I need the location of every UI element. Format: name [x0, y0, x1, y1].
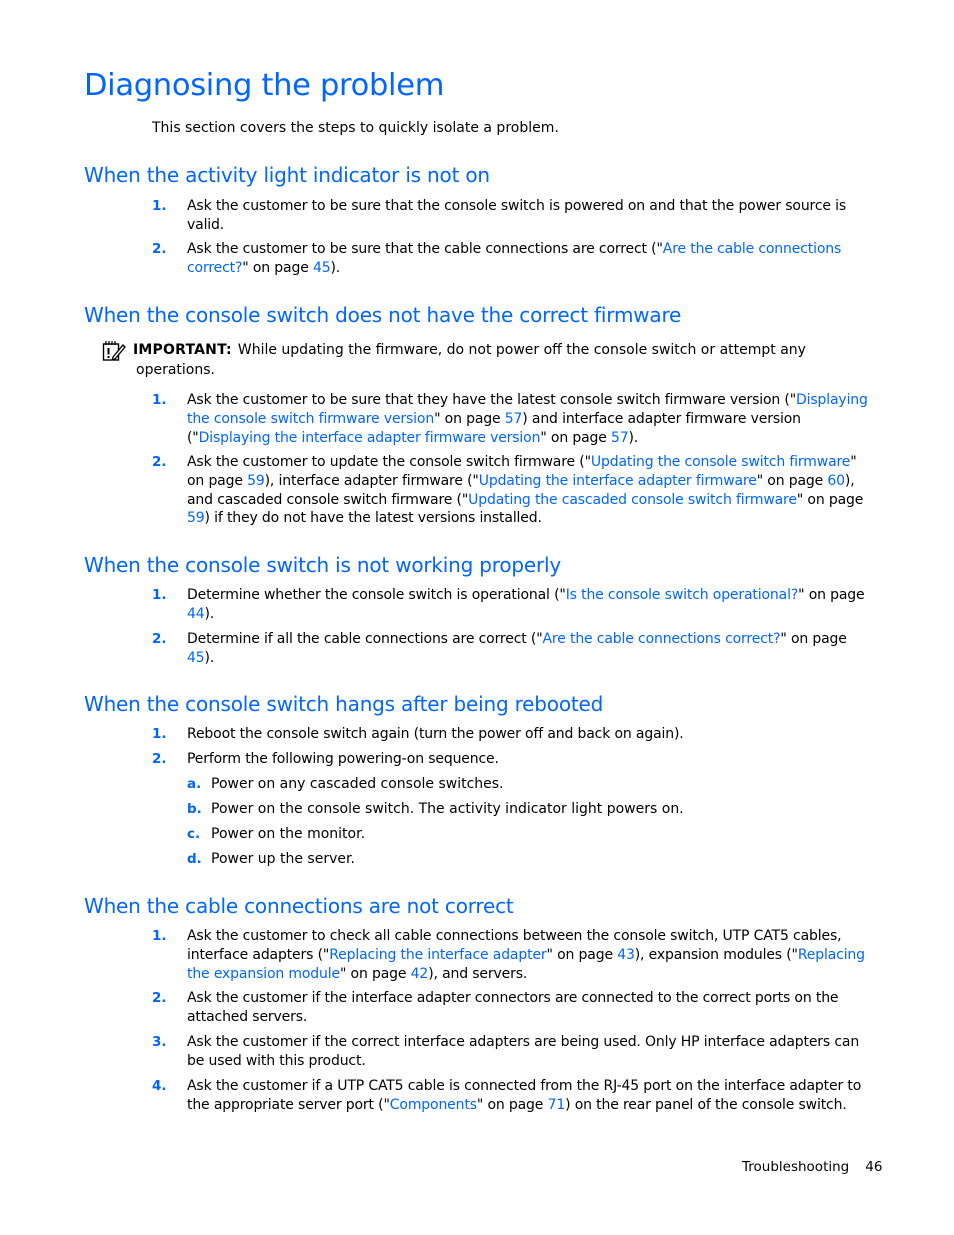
list-item: 1. Reboot the console switch again (turn … — [152, 725, 872, 744]
list-item-text: Determine whether the console switch is … — [187, 587, 865, 622]
list-item-text: Perform the following powering-on sequen… — [187, 751, 499, 767]
list-item-number: 1. — [152, 198, 167, 214]
cross-reference-link[interactable]: Components — [390, 1097, 477, 1113]
important-note-icon — [102, 341, 126, 361]
cross-reference-link[interactable]: 60 — [827, 473, 845, 489]
important-note: IMPORTANT: While updating the firmware, d… — [100, 340, 860, 380]
sub-list-item: c. Power on the monitor. — [187, 825, 877, 844]
list-item: 1. Ask the customer to be sure that the c… — [152, 197, 872, 235]
sub-list-item: a. Power on any cascaded console switche… — [187, 775, 877, 794]
sub-list-item: d. Power up the server. — [187, 850, 877, 869]
sub-item-text: Power up the server. — [211, 851, 355, 867]
page-number: 46 — [865, 1159, 883, 1175]
list-item-text: Ask the customer if the interface adapte… — [187, 990, 839, 1025]
cross-reference-link[interactable]: Displaying the interface adapter firmwar… — [199, 430, 541, 446]
list-item-text: Ask the customer to check all cable conn… — [187, 928, 865, 982]
cross-reference-link[interactable]: 59 — [187, 510, 205, 526]
page-title: Diagnosing the problem — [84, 68, 445, 103]
list-item-number: 2. — [152, 751, 167, 767]
list-item-number: 1. — [152, 392, 167, 408]
section-heading-activity-light: When the activity light indicator is not… — [84, 163, 490, 187]
list-item-number: 1. — [152, 587, 167, 603]
cross-reference-link[interactable]: Are the cable connections correct? — [187, 241, 841, 276]
list-item-text: Ask the customer if the correct interfac… — [187, 1034, 860, 1069]
list-item: 4. Ask the customer if a UTP CAT5 cable i… — [152, 1077, 872, 1115]
list-item: 2. Ask the customer if the interface adap… — [152, 989, 872, 1027]
list-item-number: 1. — [152, 726, 167, 742]
important-label: IMPORTANT: — [133, 342, 232, 358]
intro-text: This section covers the steps to quickly… — [152, 120, 559, 136]
sub-item-text: Power on the console switch. The activit… — [211, 801, 684, 817]
list-item: 1. Ask the customer to check all cable co… — [152, 927, 872, 983]
list-item: 3. Ask the customer if the correct interf… — [152, 1033, 872, 1071]
cross-reference-link[interactable]: 71 — [548, 1097, 566, 1113]
important-text: While updating the firmware, do not powe… — [237, 342, 806, 358]
cross-reference-link[interactable]: Is the console switch operational? — [566, 587, 799, 603]
footer-section-name: Troubleshooting — [742, 1159, 850, 1175]
list-item: 1. Determine whether the console switch i… — [152, 586, 872, 624]
cross-reference-link[interactable]: Updating the console switch firmware — [591, 454, 851, 470]
list-item-text: Ask the customer to be sure that the con… — [187, 198, 847, 233]
cross-reference-link[interactable]: 59 — [247, 473, 265, 489]
cross-reference-link[interactable]: Displaying the console switch firmware v… — [187, 392, 868, 427]
list-item-text: Determine if all the cable connections a… — [187, 631, 847, 666]
sub-item-letter: d. — [187, 851, 202, 867]
sub-item-text: Power on any cascaded console switches. — [211, 776, 504, 792]
page-footer: Troubleshooting 46 — [742, 1159, 882, 1175]
cross-reference-link[interactable]: 43 — [617, 947, 635, 963]
list-item-number: 3. — [152, 1034, 167, 1050]
section-heading-firmware: When the console switch does not have th… — [84, 303, 682, 327]
list-item: 2. Ask the customer to be sure that the c… — [152, 240, 872, 278]
list-item-number: 1. — [152, 928, 167, 944]
sub-item-letter: a. — [187, 776, 202, 792]
list-item-number: 2. — [152, 631, 167, 647]
list-item-text: Reboot the console switch again (turn th… — [187, 726, 684, 742]
cross-reference-link[interactable]: Are the cable connections correct? — [542, 631, 780, 647]
sub-item-letter: c. — [187, 826, 201, 842]
important-text-cont: operations. — [136, 362, 215, 378]
cross-reference-link[interactable]: Replacing the interface adapter — [329, 947, 546, 963]
cross-reference-link[interactable]: 57 — [505, 411, 523, 427]
sub-list-item: b. Power on the console switch. The acti… — [187, 800, 877, 819]
document-page: Diagnosing the problem This section cove… — [0, 0, 954, 1235]
cross-reference-link[interactable]: 42 — [411, 966, 429, 982]
cross-reference-link[interactable]: 45 — [313, 260, 331, 276]
list-item-number: 2. — [152, 454, 167, 470]
cross-reference-link[interactable]: Updating the cascaded console switch fir… — [468, 492, 797, 508]
cross-reference-link[interactable]: Updating the interface adapter firmware — [479, 473, 757, 489]
list-item-number: 4. — [152, 1078, 167, 1094]
section-heading-cable-connections: When the cable connections are not corre… — [84, 894, 514, 918]
list-item: 2. Perform the following powering-on sequ… — [152, 750, 872, 769]
list-item-number: 2. — [152, 990, 167, 1006]
sub-item-text: Power on the monitor. — [211, 826, 366, 842]
list-item-number: 2. — [152, 241, 167, 257]
list-item: 1. Ask the customer to be sure that they … — [152, 391, 872, 447]
sub-item-letter: b. — [187, 801, 202, 817]
list-item: 2. Determine if all the cable connections… — [152, 630, 872, 668]
section-heading-not-working: When the console switch is not working p… — [84, 553, 562, 577]
cross-reference-link[interactable]: 44 — [187, 606, 205, 622]
list-item-text: Ask the customer if a UTP CAT5 cable is … — [187, 1078, 862, 1113]
cross-reference-link[interactable]: 45 — [187, 650, 205, 666]
list-item-text: Ask the customer to be sure that they ha… — [187, 392, 868, 446]
list-item-text: Ask the customer to be sure that the cab… — [187, 241, 842, 276]
cross-reference-link[interactable]: 57 — [611, 430, 629, 446]
section-heading-hangs: When the console switch hangs after bein… — [84, 692, 604, 716]
list-item: 2. Ask the customer to update the console… — [152, 453, 872, 528]
list-item-text: Ask the customer to update the console s… — [187, 454, 864, 527]
